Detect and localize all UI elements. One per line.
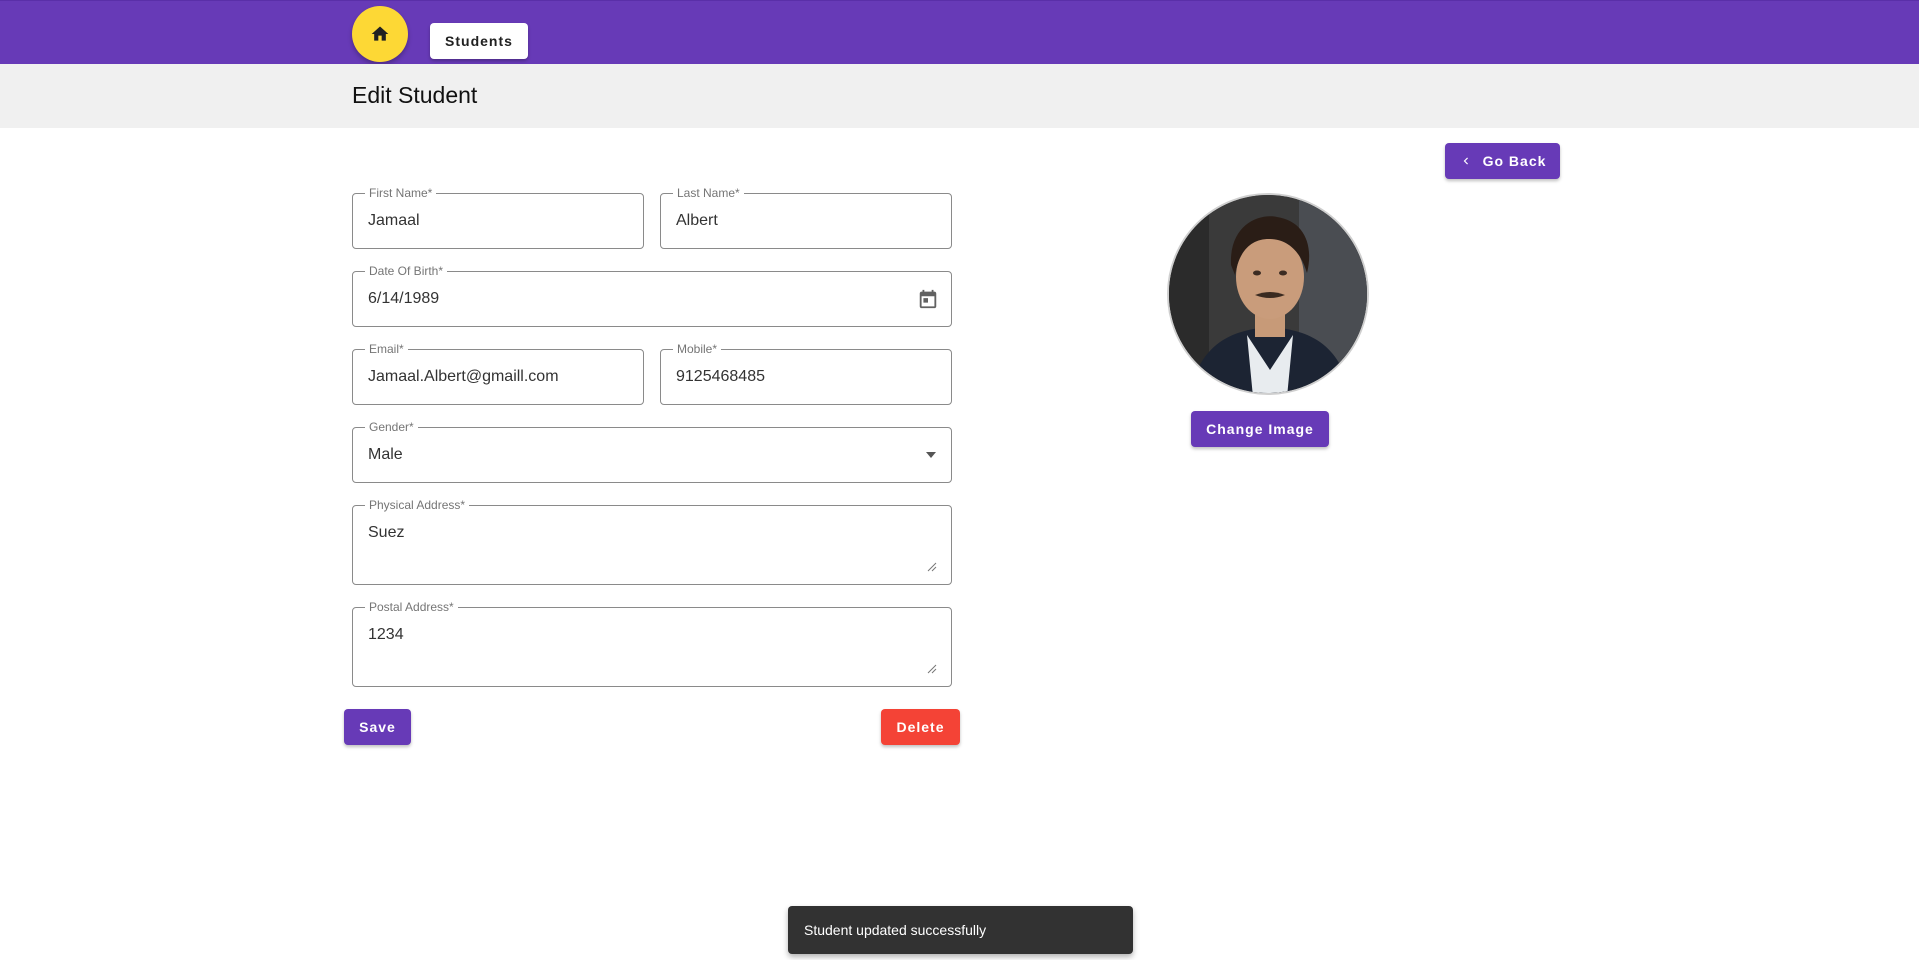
gender-select[interactable]: Gender* Male: [352, 420, 952, 483]
gender-value: Male: [368, 446, 403, 463]
top-app-bar: Students: [0, 0, 1919, 64]
first-name-value: Jamaal: [368, 212, 420, 229]
mobile-label: Mobile*: [673, 342, 722, 356]
home-icon: [371, 26, 389, 41]
home-button[interactable]: [352, 6, 408, 62]
email-field[interactable]: Email* Jamaal.Albert@gmaill.com: [352, 342, 644, 405]
snackbar-message: Student updated successfully: [804, 922, 987, 938]
postal-address-label: Postal Address*: [365, 600, 458, 614]
student-avatar: [1167, 193, 1369, 395]
delete-button[interactable]: Delete: [881, 709, 960, 745]
caret-down-icon: [926, 452, 936, 458]
change-image-button[interactable]: Change Image: [1191, 411, 1329, 447]
date-of-birth-field[interactable]: Date Of Birth* 6/14/1989: [352, 264, 952, 327]
date-of-birth-label: Date Of Birth*: [365, 264, 448, 278]
last-name-field[interactable]: Last Name* Albert: [660, 186, 952, 249]
first-name-label: First Name*: [365, 186, 437, 200]
snackbar: Student updated successfully: [788, 906, 1133, 954]
go-back-button[interactable]: Go Back: [1445, 143, 1560, 179]
page-title: Edit Student: [352, 82, 478, 108]
calendar-icon[interactable]: [917, 288, 939, 310]
email-label: Email*: [365, 342, 408, 356]
student-photo: [1169, 195, 1367, 393]
last-name-value: Albert: [676, 212, 718, 229]
physical-address-label: Physical Address*: [365, 498, 470, 512]
go-back-label: Go Back: [1482, 153, 1547, 169]
resize-handle-icon[interactable]: [927, 664, 937, 674]
date-of-birth-value: 6/14/1989: [368, 290, 440, 307]
resize-handle-icon[interactable]: [927, 562, 937, 572]
gender-label: Gender*: [365, 420, 418, 434]
chevron-left-icon: [1463, 157, 1468, 165]
mobile-value: 9125468485: [676, 368, 765, 385]
physical-address-field[interactable]: Physical Address* Suez: [352, 498, 952, 585]
physical-address-value: Suez: [368, 524, 405, 541]
mobile-field[interactable]: Mobile* 9125468485: [660, 342, 952, 405]
last-name-label: Last Name*: [673, 186, 744, 200]
postal-address-value: 1234: [368, 626, 404, 643]
email-value: Jamaal.Albert@gmaill.com: [368, 368, 559, 385]
students-nav-button[interactable]: Students: [430, 23, 528, 59]
first-name-field[interactable]: First Name* Jamaal: [352, 186, 644, 249]
save-button[interactable]: Save: [344, 709, 411, 745]
postal-address-field[interactable]: Postal Address* 1234: [352, 600, 952, 687]
page-header: Edit Student: [0, 64, 1919, 128]
